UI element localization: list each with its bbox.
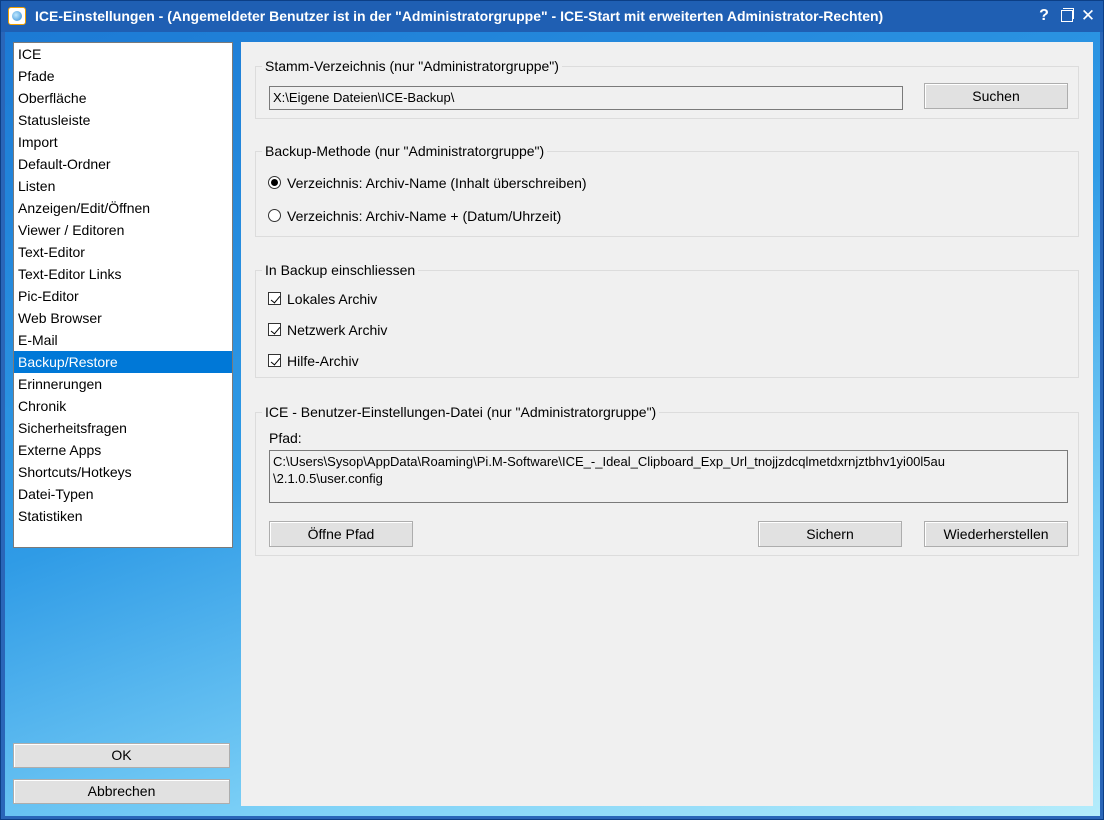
sidebar-item-statistiken[interactable]: Statistiken bbox=[14, 505, 232, 527]
network-archive-label[interactable]: Netzwerk Archiv bbox=[287, 322, 387, 338]
save-button[interactable]: Sichern bbox=[758, 521, 902, 547]
method-overwrite-radio[interactable] bbox=[268, 176, 281, 189]
sidebar-item-externe-apps[interactable]: Externe Apps bbox=[14, 439, 232, 461]
method-timestamp-radio[interactable] bbox=[268, 209, 281, 222]
sidebar-item-viewer[interactable]: Viewer / Editoren bbox=[14, 219, 232, 241]
help-button[interactable]: ? bbox=[1034, 6, 1054, 26]
user-config-path-line-1: C:\Users\Sysop\AppData\Roaming\Pi.M-Soft… bbox=[273, 454, 945, 469]
backup-method-group: Backup-Methode (nur "Administratorgruppe… bbox=[255, 143, 1079, 237]
help-archive-checkbox[interactable] bbox=[268, 354, 281, 367]
include-group-title: In Backup einschliessen bbox=[262, 262, 419, 278]
sidebar-item-email[interactable]: E-Mail bbox=[14, 329, 232, 351]
ok-button[interactable]: OK bbox=[13, 743, 230, 768]
method-timestamp-label[interactable]: Verzeichnis: Archiv-Name + (Datum/Uhrzei… bbox=[287, 208, 561, 224]
sidebar-item-default-ordner[interactable]: Default-Ordner bbox=[14, 153, 232, 175]
sidebar-item-chronik[interactable]: Chronik bbox=[14, 395, 232, 417]
sidebar-item-ice[interactable]: ICE bbox=[14, 43, 232, 65]
sidebar-item-pfade[interactable]: Pfade bbox=[14, 65, 232, 87]
sidebar-item-shortcuts[interactable]: Shortcuts/Hotkeys bbox=[14, 461, 232, 483]
sidebar-item-import[interactable]: Import bbox=[14, 131, 232, 153]
local-archive-checkbox[interactable] bbox=[268, 292, 281, 305]
user-settings-file-group: ICE - Benutzer-Einstellungen-Datei (nur … bbox=[255, 404, 1079, 556]
sidebar-item-listen[interactable]: Listen bbox=[14, 175, 232, 197]
sidebar-item-backup-restore[interactable]: Backup/Restore bbox=[14, 351, 232, 373]
method-overwrite-label[interactable]: Verzeichnis: Archiv-Name (Inhalt übersch… bbox=[287, 175, 587, 191]
sidebar-item-pic-editor[interactable]: Pic-Editor bbox=[14, 285, 232, 307]
path-label: Pfad: bbox=[269, 430, 302, 446]
user-config-path-line-2: \2.1.0.5\user.config bbox=[273, 471, 383, 486]
client-area: ICE Pfade Oberfläche Statusleiste Import… bbox=[5, 32, 1100, 816]
title-bar[interactable]: ICE-Einstellungen - (Angemeldeter Benutz… bbox=[1, 1, 1103, 32]
backup-method-group-title: Backup-Methode (nur "Administratorgruppe… bbox=[262, 143, 548, 159]
sidebar-item-text-editor[interactable]: Text-Editor bbox=[14, 241, 232, 263]
user-settings-file-group-title: ICE - Benutzer-Einstellungen-Datei (nur … bbox=[262, 404, 660, 420]
restore-button[interactable]: Wiederherstellen bbox=[924, 521, 1068, 547]
app-icon[interactable] bbox=[8, 7, 26, 25]
cancel-button[interactable]: Abbrechen bbox=[13, 779, 230, 804]
sidebar-item-web-browser[interactable]: Web Browser bbox=[14, 307, 232, 329]
help-archive-label[interactable]: Hilfe-Archiv bbox=[287, 353, 359, 369]
settings-category-list[interactable]: ICE Pfade Oberfläche Statusleiste Import… bbox=[13, 42, 233, 548]
settings-window: ICE-Einstellungen - (Angemeldeter Benutz… bbox=[0, 0, 1104, 820]
network-archive-checkbox[interactable] bbox=[268, 323, 281, 336]
root-directory-group-title: Stamm-Verzeichnis (nur "Administratorgru… bbox=[262, 58, 562, 74]
window-title: ICE-Einstellungen - (Angemeldeter Benutz… bbox=[35, 8, 884, 24]
include-group: In Backup einschliessen Lokales Archiv N… bbox=[255, 262, 1079, 378]
sidebar-item-text-editor-links[interactable]: Text-Editor Links bbox=[14, 263, 232, 285]
close-button[interactable]: ✕ bbox=[1078, 6, 1098, 26]
open-path-button[interactable]: Öffne Pfad bbox=[269, 521, 413, 547]
local-archive-label[interactable]: Lokales Archiv bbox=[287, 291, 377, 307]
settings-panel: Stamm-Verzeichnis (nur "Administratorgru… bbox=[241, 42, 1093, 806]
sidebar-item-sicherheitsfragen[interactable]: Sicherheitsfragen bbox=[14, 417, 232, 439]
sidebar-item-erinnerungen[interactable]: Erinnerungen bbox=[14, 373, 232, 395]
root-directory-group: Stamm-Verzeichnis (nur "Administratorgru… bbox=[255, 58, 1079, 119]
root-directory-field[interactable]: X:\Eigene Dateien\ICE-Backup\ bbox=[269, 86, 903, 110]
sidebar-item-datei-typen[interactable]: Datei-Typen bbox=[14, 483, 232, 505]
sidebar-item-oberflaeche[interactable]: Oberfläche bbox=[14, 87, 232, 109]
search-button[interactable]: Suchen bbox=[924, 83, 1068, 109]
maximize-button[interactable] bbox=[1057, 6, 1077, 26]
sidebar-item-anzeigen[interactable]: Anzeigen/Edit/Öffnen bbox=[14, 197, 232, 219]
user-config-path-field[interactable]: C:\Users\Sysop\AppData\Roaming\Pi.M-Soft… bbox=[269, 450, 1068, 503]
sidebar-item-statusleiste[interactable]: Statusleiste bbox=[14, 109, 232, 131]
